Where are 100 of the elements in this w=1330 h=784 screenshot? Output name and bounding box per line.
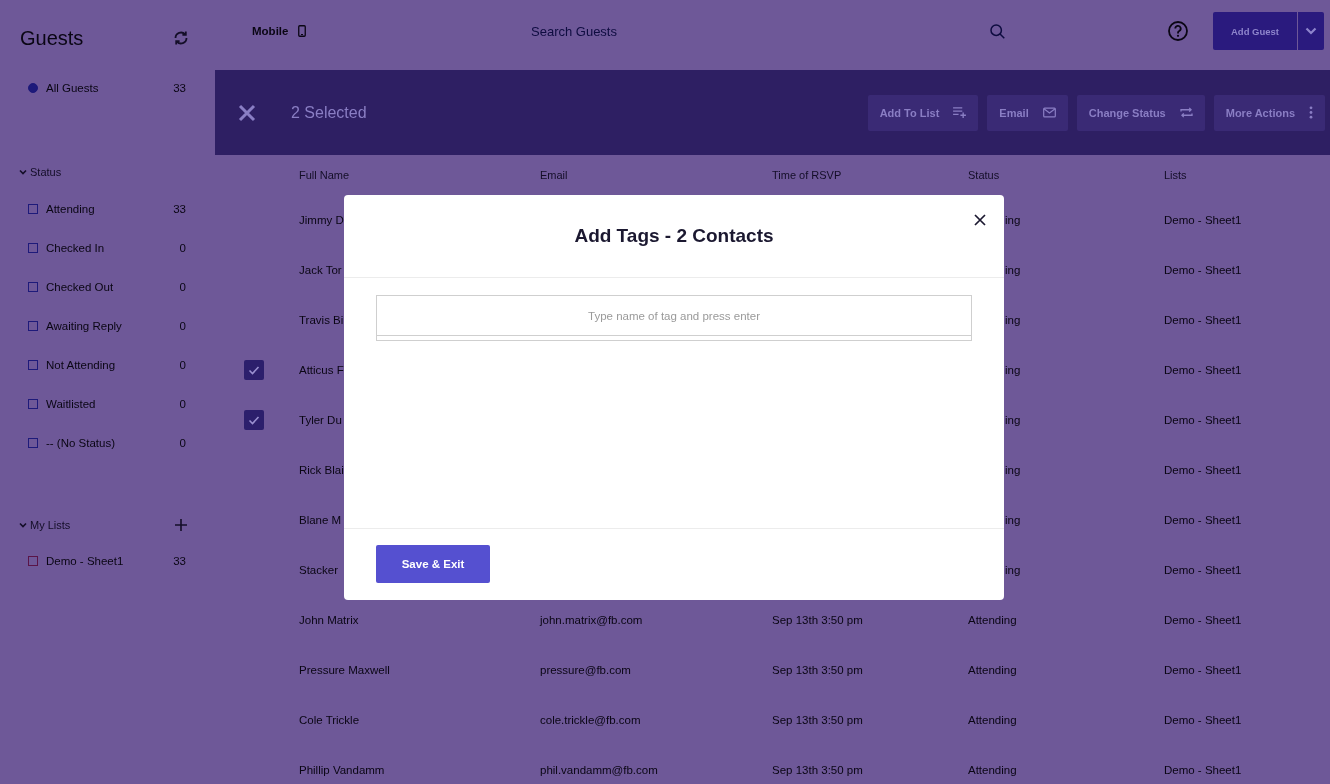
guest-list: Demo - Sheet1 (1164, 564, 1242, 576)
add-to-list-button[interactable]: Add To List (867, 94, 979, 131)
filter-count: 0 (179, 436, 186, 449)
filter-checkbox[interactable] (28, 437, 38, 448)
filter-label[interactable]: Not Attending (46, 358, 116, 371)
guest-status: Attending (968, 714, 1017, 726)
filter-label[interactable]: Checked In (46, 241, 105, 254)
guest-status: Attending (968, 664, 1017, 676)
guest-status: ing (1005, 214, 1021, 226)
list-plus-icon (953, 107, 967, 118)
guest-status: ing (1005, 264, 1021, 276)
guest-list: Demo - Sheet1 (1164, 614, 1242, 626)
rsvp-time: Sep 13th 3:50 pm (772, 764, 863, 776)
guest-list: Demo - Sheet1 (1164, 514, 1242, 526)
guest-name: Blane M (299, 514, 342, 526)
vertical-dots-icon (1309, 106, 1313, 119)
selected-count: 2 Selected (291, 103, 367, 122)
guest-email: phil.vandamm@fb.com (540, 764, 658, 776)
filter-count: 0 (179, 397, 186, 410)
guest-name: Atticus F (299, 364, 344, 376)
section-label[interactable]: My Lists (30, 519, 71, 531)
filter-checkbox[interactable] (28, 281, 38, 292)
add-guest-button[interactable]: Add Guest (1213, 12, 1297, 50)
guest-status: ing (1005, 514, 1021, 526)
filter-count: 0 (179, 358, 186, 371)
rsvp-time: Sep 13th 3:50 pm (772, 664, 863, 676)
plus-icon[interactable] (175, 519, 187, 531)
email-button[interactable]: Email (987, 94, 1068, 131)
filter-count: 33 (173, 554, 186, 567)
tag-input-field[interactable]: Type name of tag and press enter (376, 295, 972, 336)
guest-email: pressure@fb.com (540, 664, 631, 676)
guest-name: Tyler Du (299, 414, 342, 426)
guest-name: Jack Tor (299, 264, 342, 276)
filter-label[interactable]: Awaiting Reply (46, 319, 122, 332)
row-checkbox[interactable] (244, 410, 264, 430)
column-header[interactable]: Status (968, 169, 1000, 181)
close-icon[interactable] (974, 214, 986, 226)
guest-name: Travis Bi (299, 314, 344, 326)
column-header[interactable]: Full Name (299, 169, 350, 181)
filter-checkbox[interactable] (28, 203, 38, 214)
guest-status: Attending (968, 614, 1017, 626)
guest-name: Phillip Vandamm (299, 764, 385, 776)
refresh-icon[interactable] (173, 30, 189, 46)
all-guests-radio[interactable] (28, 83, 38, 93)
guest-name: John Matrix (299, 614, 359, 626)
search-icon[interactable] (990, 23, 1005, 39)
filter-label[interactable]: -- (No Status) (46, 436, 115, 449)
guests-title: Guests (20, 26, 84, 50)
filter-label[interactable]: All Guests (46, 82, 99, 94)
search-field[interactable]: Search Guests (531, 21, 986, 41)
row-checkbox[interactable] (244, 360, 264, 380)
filter-checkbox[interactable] (28, 242, 38, 253)
guest-status: Attending (968, 764, 1017, 776)
more-actions-button[interactable]: More Actions (1213, 94, 1325, 131)
filter-count: 0 (179, 280, 186, 293)
chevron-down-icon[interactable] (19, 168, 27, 176)
swap-arrows-icon (1179, 107, 1193, 118)
caret-icon (1305, 27, 1317, 35)
guest-list: Demo - Sheet1 (1164, 414, 1242, 426)
guest-list: Demo - Sheet1 (1164, 714, 1242, 726)
modal-title: Add Tags - 2 Contacts (574, 225, 774, 247)
dropdown-button[interactable] (1298, 12, 1324, 50)
filter-count: 0 (179, 319, 186, 332)
guest-list: Demo - Sheet1 (1164, 314, 1242, 326)
column-header[interactable]: Time of RSVP (772, 169, 842, 181)
column-header[interactable]: Lists (1164, 169, 1187, 181)
view-label[interactable]: Mobile (252, 25, 289, 37)
change-status-button[interactable]: Change Status (1076, 94, 1205, 131)
filter-count: 33 (173, 82, 186, 94)
list-checkbox[interactable] (28, 555, 38, 566)
rsvp-time: Sep 13th 3:50 pm (772, 614, 863, 626)
guest-list: Demo - Sheet1 (1164, 664, 1242, 676)
filter-checkbox[interactable] (28, 320, 38, 331)
guest-status: ing (1005, 464, 1021, 476)
guest-name: Cole Trickle (299, 714, 360, 726)
guest-email: cole.trickle@fb.com (540, 714, 641, 726)
save-exit-button[interactable]: Save & Exit (376, 545, 490, 583)
guest-status: ing (1005, 564, 1021, 576)
guest-name: Rick Blai (299, 464, 344, 476)
guest-list: Demo - Sheet1 (1164, 464, 1242, 476)
guest-list: Demo - Sheet1 (1164, 764, 1242, 776)
filter-label[interactable]: Demo - Sheet1 (46, 554, 124, 567)
filter-checkbox[interactable] (28, 359, 38, 370)
guest-name: Jimmy D (299, 214, 344, 226)
help-icon[interactable] (1168, 21, 1188, 41)
filter-checkbox[interactable] (28, 398, 38, 409)
rsvp-time: Sep 13th 3:50 pm (772, 714, 863, 726)
chevron-down-icon[interactable] (19, 521, 27, 529)
guest-status: ing (1005, 314, 1021, 326)
filter-label[interactable]: Checked Out (46, 280, 114, 293)
filter-label[interactable]: Attending (46, 202, 95, 215)
filter-label[interactable]: Waitlisted (46, 397, 96, 410)
column-header[interactable]: Email (540, 169, 568, 181)
guest-status: ing (1005, 414, 1021, 426)
guest-list: Demo - Sheet1 (1164, 214, 1242, 226)
phone-icon[interactable] (298, 25, 307, 37)
section-label[interactable]: Status (30, 166, 62, 178)
guest-list: Demo - Sheet1 (1164, 264, 1242, 276)
filter-count: 0 (179, 241, 186, 254)
guest-status: ing (1005, 364, 1021, 376)
